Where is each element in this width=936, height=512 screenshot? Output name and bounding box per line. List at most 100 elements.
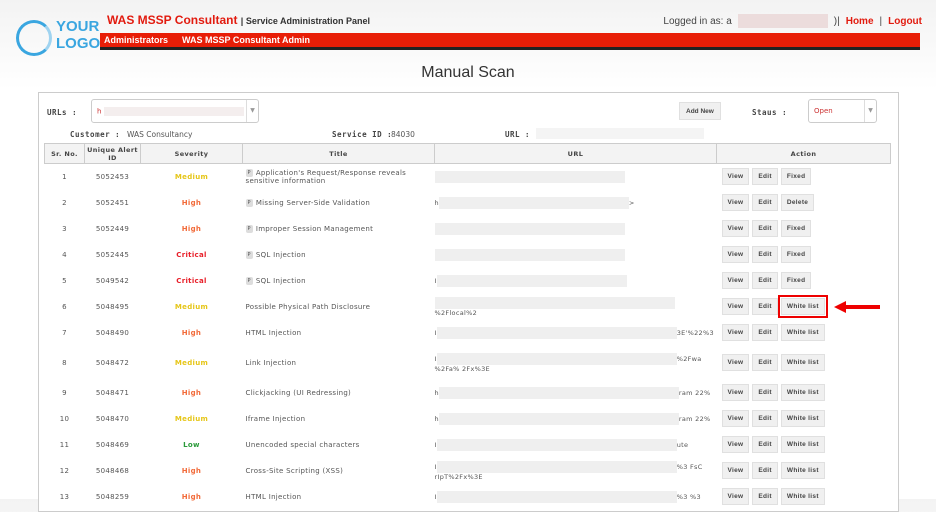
title-cell: P Improper Session Management <box>243 216 435 242</box>
view-button[interactable]: View <box>721 168 750 186</box>
title-cell: Clickjacking (UI Redressing) <box>243 380 435 406</box>
view-button[interactable]: View <box>721 246 750 263</box>
url-redacted <box>436 326 677 339</box>
table-row: 2 5052451 High P Missing Server-Side Vali… <box>45 190 891 216</box>
nav-consultant-admin[interactable]: WAS MSSP Consultant Admin <box>182 35 310 45</box>
view-button[interactable]: View <box>721 436 750 453</box>
status-label: Staus : <box>752 108 788 117</box>
brand-name: WAS MSSP Consultant <box>107 13 238 27</box>
nav-administrators[interactable]: Administrators <box>104 35 168 45</box>
view-button[interactable]: View <box>721 384 750 401</box>
severity-badge: High <box>181 224 202 233</box>
redacted-username <box>737 14 828 28</box>
fixed-button[interactable]: Fixed <box>780 246 812 263</box>
white-list-button[interactable]: White list <box>780 462 825 479</box>
col-action: Action <box>716 143 891 164</box>
view-button[interactable]: View <box>721 272 750 289</box>
alert-title: HTML Injection <box>245 492 302 501</box>
page-title: Manual Scan <box>421 64 515 81</box>
action-cell: View Edit Fixed <box>717 242 891 268</box>
table-row: 7 5048490 High HTML Injection I 3E'%22%3 … <box>45 320 891 346</box>
white-list-button[interactable]: White list <box>780 488 825 505</box>
title-cell: P SQL Injection <box>243 268 435 294</box>
view-button[interactable]: View <box>721 324 750 341</box>
logged-in-suffix: )| <box>833 15 840 27</box>
edit-button[interactable]: Edit <box>752 436 778 453</box>
delete-button[interactable]: Delete <box>780 194 815 211</box>
alert-id: 5048495 <box>95 302 130 311</box>
title-cell: P Application's Request/Response reveals … <box>243 164 435 190</box>
edit-button[interactable]: Edit <box>752 384 778 401</box>
customer-label: Customer : <box>70 130 121 139</box>
home-link[interactable]: Home <box>846 16 874 27</box>
edit-button[interactable]: Edit <box>752 298 778 315</box>
edit-button[interactable]: Edit <box>752 246 778 263</box>
white-list-button[interactable]: White list <box>780 324 825 341</box>
alert-title: Clickjacking (UI Redressing) <box>245 388 352 397</box>
edit-button[interactable]: Edit <box>752 488 778 505</box>
p-badge-icon: P <box>245 250 253 259</box>
alert-title: Possible Physical Path Disclosure <box>245 302 371 311</box>
white-list-button[interactable]: White list <box>777 295 828 318</box>
chevron-down-icon: ▼ <box>246 100 258 122</box>
edit-button[interactable]: Edit <box>752 324 778 341</box>
fixed-button[interactable]: Fixed <box>780 168 812 186</box>
url-cell: h ram 22% <box>435 406 717 432</box>
url-cell: I %3 %3 <box>435 484 717 510</box>
view-button[interactable]: View <box>721 410 750 427</box>
fixed-button[interactable]: Fixed <box>780 272 812 289</box>
logo-ring-icon <box>16 20 52 56</box>
view-button[interactable]: View <box>721 488 750 505</box>
white-list-button[interactable]: White list <box>780 384 825 401</box>
customer-value: WAS Consultancy <box>127 130 193 139</box>
url-cell: h ram 22% <box>435 380 717 406</box>
edit-button[interactable]: Edit <box>752 272 778 289</box>
brand-subtitle: | Service Administration Panel <box>240 16 371 26</box>
url-redacted <box>434 170 625 183</box>
alert-id: 5048490 <box>95 328 130 337</box>
p-badge-icon: P <box>245 276 253 285</box>
sr-no: 1 <box>62 172 67 181</box>
white-list-button[interactable]: White list <box>780 410 825 427</box>
edit-button[interactable]: Edit <box>752 194 778 211</box>
alert-id: 5048468 <box>95 466 130 475</box>
severity-badge: Medium <box>174 172 209 181</box>
edit-button[interactable]: Edit <box>752 410 778 427</box>
url-redacted <box>436 274 627 287</box>
urls-select[interactable]: h ▼ <box>91 99 259 123</box>
white-list-button[interactable]: White list <box>780 354 825 371</box>
edit-button[interactable]: Edit <box>752 168 778 186</box>
sr-no: 5 <box>62 276 67 285</box>
table-row: 5 5049542 Critical P SQL Injection I View… <box>45 268 891 294</box>
title-cell: P SQL Injection <box>243 242 435 268</box>
severity-badge: High <box>181 466 202 475</box>
url-cell: I %2Fwa %2Fa% 2Fx%3E <box>435 346 717 380</box>
add-new-button[interactable]: Add New <box>679 102 721 120</box>
action-cell: View Edit Delete <box>717 190 891 216</box>
view-button[interactable]: View <box>721 462 750 479</box>
alert-title: Missing Server-Side Validation <box>255 198 371 207</box>
p-badge-icon: P <box>245 198 253 207</box>
view-button[interactable]: View <box>721 354 750 371</box>
action-cell: View Edit White list <box>717 346 891 380</box>
edit-button[interactable]: Edit <box>752 220 778 237</box>
alert-title: Cross-Site Scripting (XSS) <box>245 466 344 475</box>
alert-id: 5048469 <box>95 440 130 449</box>
status-select[interactable]: Open ▼ <box>808 99 877 123</box>
view-button[interactable]: View <box>721 194 750 211</box>
white-list-button[interactable]: White list <box>780 436 825 453</box>
alert-title: Link Injection <box>245 358 297 367</box>
url-cell <box>434 216 717 242</box>
url-cell: I %3 FsC rIpT%2Fx%3E <box>435 458 717 484</box>
fixed-button[interactable]: Fixed <box>780 220 812 237</box>
logo-text: YOUR <box>56 18 100 35</box>
view-button[interactable]: View <box>721 220 750 237</box>
title-cell: Cross-Site Scripting (XSS) <box>243 458 435 484</box>
view-button[interactable]: View <box>721 298 750 315</box>
url-redacted <box>438 196 629 209</box>
table-row: 1 5052453 Medium P Application's Request/… <box>45 164 891 190</box>
action-cell: View Edit White list <box>717 380 891 406</box>
edit-button[interactable]: Edit <box>752 354 778 371</box>
edit-button[interactable]: Edit <box>752 462 778 479</box>
logout-link[interactable]: Logout <box>888 16 922 27</box>
